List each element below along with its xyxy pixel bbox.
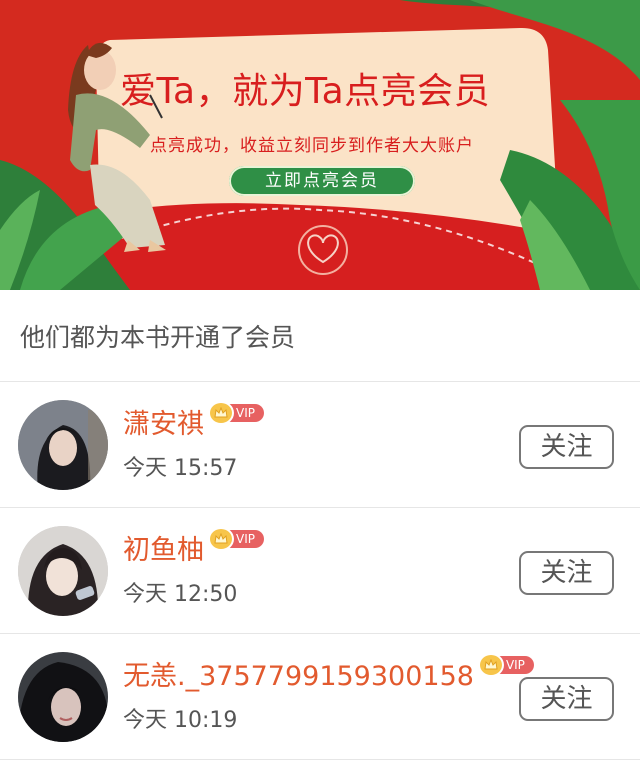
vip-badge: VIP (477, 652, 536, 677)
activate-membership-button[interactable]: 立即点亮会员 (229, 166, 415, 196)
member-name[interactable]: 潇安祺 (123, 402, 204, 441)
follow-button[interactable]: 关注 (519, 425, 614, 469)
follow-button[interactable]: 关注 (519, 677, 614, 721)
avatar[interactable] (18, 526, 108, 616)
heart-seal-icon (298, 225, 348, 275)
crown-icon (208, 400, 234, 425)
promo-banner[interactable]: 爱Ta，就为Ta点亮会员 点亮成功，收益立刻同步到作者大大账户 立即点亮会员 (0, 0, 640, 290)
banner-title: 爱Ta，就为Ta点亮会员 (120, 71, 491, 112)
banner-subtitle: 点亮成功，收益立刻同步到作者大大账户 (150, 136, 474, 156)
member-name[interactable]: 无恙._3757799159300158 (123, 654, 474, 693)
list-item[interactable]: 无恙._3757799159300158 VIP 今天 10:19 关注 (0, 634, 640, 760)
section-title: 他们都为本书开通了会员 (0, 290, 640, 382)
vip-badge: VIP (208, 400, 266, 425)
member-time: 今天 15:57 (123, 456, 238, 481)
vip-badge: VIP (208, 526, 266, 551)
member-name[interactable]: 初鱼柚 (123, 528, 204, 567)
member-list: 潇安祺 VIP 今天 15:57 关注 初鱼柚 VIP 今天 12:50 关注 … (0, 382, 640, 760)
crown-icon (477, 652, 504, 677)
avatar[interactable] (18, 652, 108, 742)
avatar[interactable] (18, 400, 108, 490)
member-time: 今天 12:50 (123, 582, 238, 607)
crown-icon (208, 526, 234, 551)
member-time: 今天 10:19 (123, 708, 238, 733)
list-item[interactable]: 潇安祺 VIP 今天 15:57 关注 (0, 382, 640, 508)
follow-button[interactable]: 关注 (519, 551, 614, 595)
list-item[interactable]: 初鱼柚 VIP 今天 12:50 关注 (0, 508, 640, 634)
